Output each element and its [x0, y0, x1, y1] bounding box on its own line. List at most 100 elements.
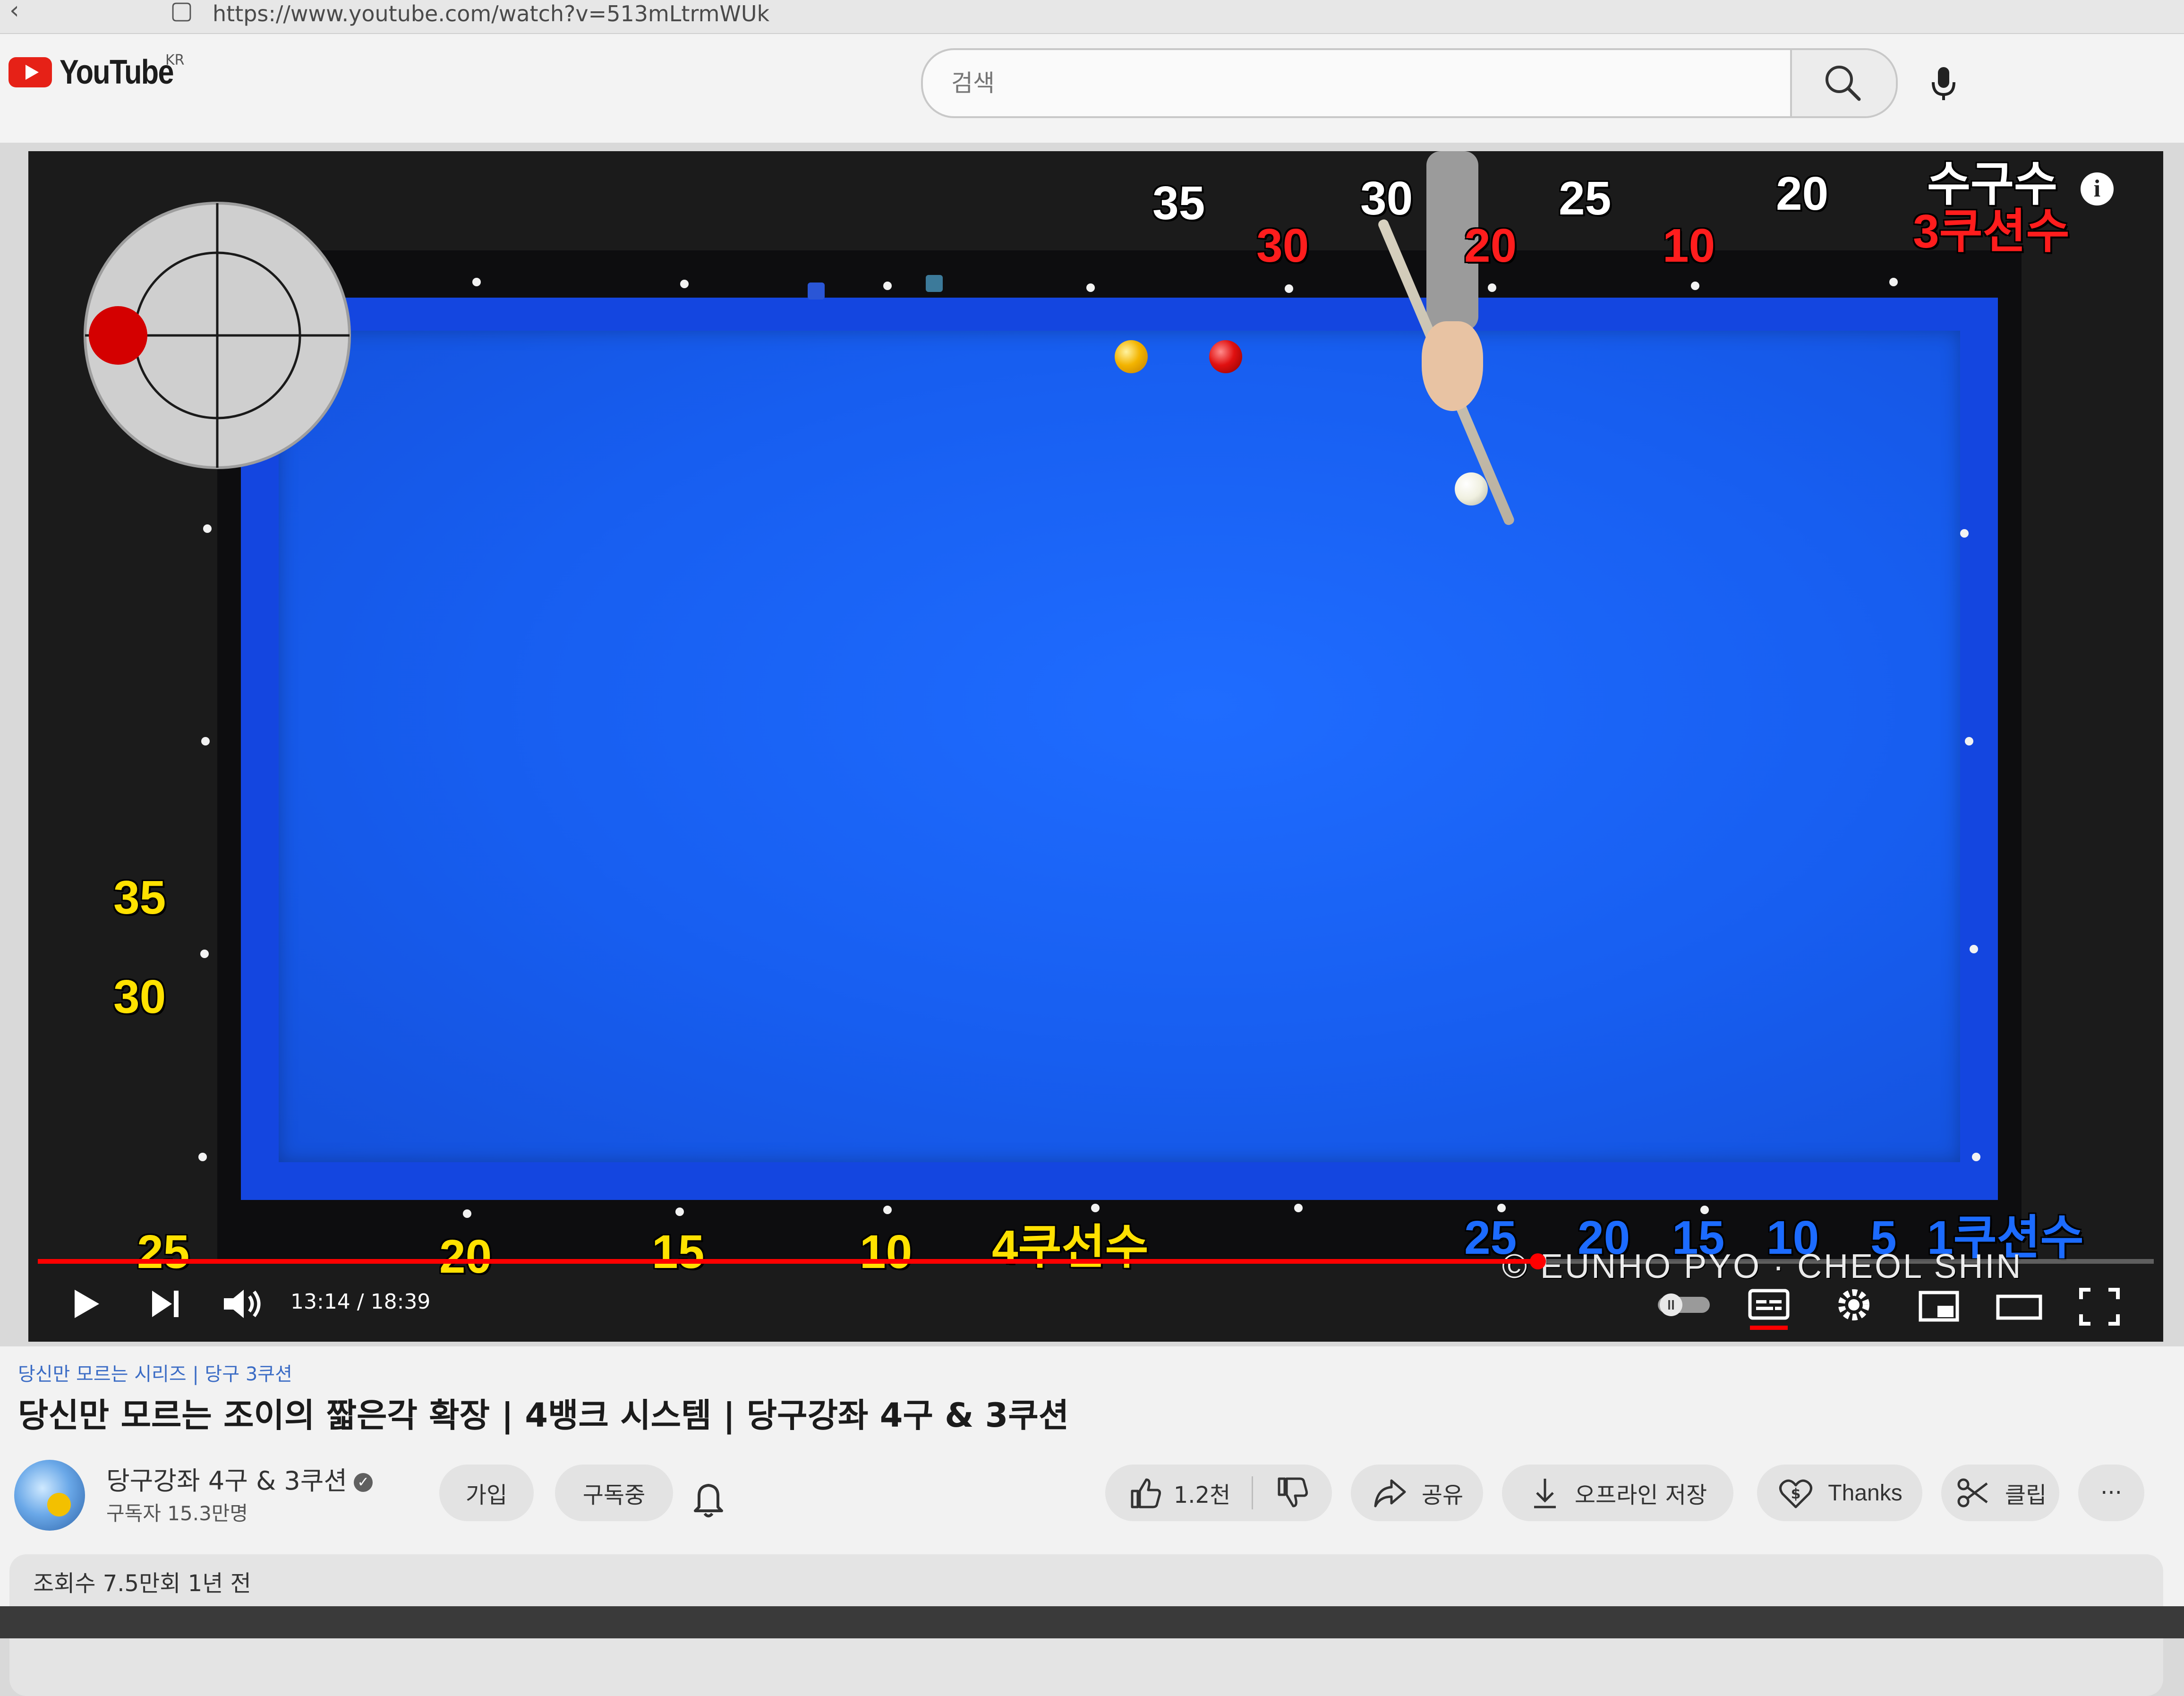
play-icon[interactable]	[61, 1280, 109, 1328]
video-progress-fill	[38, 1259, 1538, 1264]
bottom-rail-number-yellow: 10	[860, 1225, 913, 1278]
rail-diamond	[680, 280, 689, 288]
subtitles-icon[interactable]	[1743, 1280, 1795, 1332]
video-player[interactable]: 35 30 25 20 30 20 10 수구수 3쿠션수 i 35 30 25…	[28, 151, 2163, 1342]
thanks-button[interactable]: $ Thanks	[1757, 1465, 1922, 1521]
rail-diamond	[1488, 283, 1496, 292]
voice-search-button[interactable]	[1913, 53, 1974, 114]
video-time-display: 13:14 / 18:39	[290, 1290, 431, 1314]
channel-name[interactable]: 당구강좌 4구 & 3쿠션 ✓	[106, 1460, 373, 1497]
theater-mode-icon[interactable]	[1993, 1280, 2045, 1332]
download-label: 오프라인 저장	[1574, 1482, 1707, 1508]
next-video-icon[interactable]	[142, 1280, 189, 1328]
search-button[interactable]	[1790, 50, 1896, 116]
search-box	[921, 48, 1898, 118]
video-progress-bar[interactable]	[38, 1253, 2154, 1269]
more-actions-icon: ···	[2100, 1480, 2122, 1506]
rail-diamond	[675, 1208, 684, 1216]
top-rail-number-red: 30	[1256, 219, 1309, 272]
rail-diamond	[1294, 1204, 1303, 1212]
top-rail-number-red: 10	[1663, 219, 1715, 272]
rail-diamond	[201, 737, 210, 745]
region-code: KR	[165, 52, 185, 69]
autoplay-toggle-icon[interactable]	[1653, 1280, 1715, 1328]
subscriber-count: 구독자 15.3만명	[106, 1502, 248, 1525]
rail-diamond	[1091, 1204, 1100, 1212]
top-rail-number-white: 35	[1152, 177, 1205, 230]
cue-ball-number-label: 수구수	[1927, 158, 2057, 211]
bottom-rail-number-yellow: 25	[137, 1225, 190, 1278]
notification-bell-icon[interactable]	[685, 1475, 732, 1522]
red-ball	[1209, 340, 1242, 373]
cue-tip-spin-indicator-icon	[84, 202, 351, 469]
bottom-rail-number-yellow: 20	[439, 1230, 492, 1283]
rail-diamond	[1889, 278, 1898, 286]
three-cushion-number-label: 3쿠션수	[1913, 205, 2070, 258]
subscribed-button[interactable]: 구독중	[555, 1465, 673, 1521]
subscribed-button-label: 구독중	[582, 1482, 646, 1508]
rail-diamond	[198, 1153, 207, 1161]
top-rail-number-red: 20	[1464, 219, 1517, 272]
player-hand	[1422, 321, 1483, 411]
rail-diamond	[200, 950, 209, 958]
rail-diamond	[1972, 1153, 1980, 1161]
player-controls: 13:14 / 18:39	[28, 1276, 2163, 1337]
rail-diamond	[1691, 282, 1699, 290]
view-count-and-date: 조회수 7.5만회 1년 전	[33, 1570, 251, 1597]
billiard-table-felt	[279, 331, 1960, 1162]
video-frame[interactable]: 35 30 25 20 30 20 10 수구수 3쿠션수 i 35 30 25…	[28, 151, 2163, 1342]
video-details: 당신만 모르는 시리즈 | 당구 3쿠션 당신만 모르는 조이의 짧은각 확장 …	[0, 1346, 2184, 1696]
search-input[interactable]	[923, 50, 1792, 116]
scissors-icon	[1957, 1478, 1988, 1508]
rail-diamond	[1965, 737, 1973, 745]
join-button[interactable]: 가입	[439, 1465, 534, 1521]
back-icon[interactable]: ‹	[9, 0, 19, 25]
microphone-icon	[1932, 67, 1955, 100]
left-rail-number-yellow: 30	[113, 970, 166, 1023]
url-text[interactable]: https://www.youtube.com/watch?v=513mLtrm…	[213, 1, 769, 26]
four-cushion-number-label: 4쿠선수	[992, 1221, 1149, 1274]
settings-gear-icon[interactable]	[1828, 1280, 1880, 1332]
share-button[interactable]: 공유	[1351, 1465, 1483, 1521]
volume-icon[interactable]	[217, 1280, 269, 1328]
rail-diamond	[463, 1209, 471, 1218]
channel-avatar[interactable]	[14, 1460, 85, 1531]
more-actions-button[interactable]: ···	[2078, 1465, 2144, 1521]
share-label: 공유	[1421, 1482, 1464, 1508]
like-dislike-group: 1.2천	[1105, 1465, 1332, 1521]
thanks-label: Thanks	[1828, 1480, 1902, 1506]
download-button[interactable]: 오프라인 저장	[1502, 1465, 1733, 1521]
clip-label: 클립	[2005, 1482, 2047, 1508]
info-icon[interactable]: i	[2081, 172, 2114, 206]
left-rail-number-yellow: 35	[113, 871, 166, 924]
like-button[interactable]: 1.2천	[1105, 1465, 1252, 1521]
thumbs-down-icon	[1278, 1477, 1308, 1508]
youtube-play-logo-icon	[9, 57, 52, 87]
verified-badge-icon: ✓	[354, 1473, 373, 1492]
video-title: 당신만 모르는 조이의 짧은각 확장 | 4뱅크 시스템 | 당구강좌 4구 &…	[18, 1396, 1069, 1435]
rail-diamond	[1970, 945, 1978, 953]
page-info-icon[interactable]: ▢	[170, 0, 193, 25]
browser-url-bar[interactable]: ‹ ▢ https://www.youtube.com/watch?v=513m…	[0, 0, 2184, 34]
youtube-logo-text: YouTube	[60, 53, 174, 91]
search-icon	[1826, 66, 1861, 101]
rail-diamond	[472, 278, 481, 286]
clip-button[interactable]: 클립	[1941, 1465, 2059, 1521]
thanks-heart-dollar-icon: $	[1779, 1479, 1813, 1508]
fullscreen-icon[interactable]	[2073, 1280, 2125, 1332]
rail-diamond	[1960, 529, 1969, 538]
chalk-cube	[926, 275, 943, 292]
top-rail-number-white: 25	[1559, 172, 1612, 225]
top-rail-number-white: 20	[1776, 167, 1829, 220]
dislike-button[interactable]	[1253, 1465, 1331, 1521]
rail-diamond	[883, 1206, 892, 1214]
os-taskbar	[0, 1606, 2184, 1638]
miniplayer-icon[interactable]	[1913, 1280, 1965, 1332]
top-rail-number-white: 30	[1360, 172, 1413, 225]
channel-name-text[interactable]: 당구강좌 4구 & 3쿠션	[106, 1466, 347, 1496]
thumbs-up-icon	[1131, 1478, 1161, 1508]
rail-diamond	[203, 524, 212, 533]
svg-text:$: $	[1791, 1486, 1801, 1502]
channel-action-row: 당구강좌 4구 & 3쿠션 ✓ 구독자 15.3만명 가입 구독중 1.2천 공…	[0, 1450, 2184, 1545]
video-hashtags-breadcrumb[interactable]: 당신만 모르는 시리즈 | 당구 3쿠션	[18, 1359, 292, 1386]
